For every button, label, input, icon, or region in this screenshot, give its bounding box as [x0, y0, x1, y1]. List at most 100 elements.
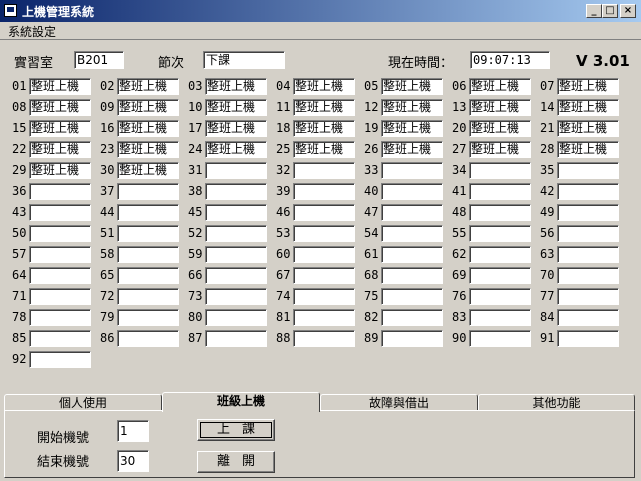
- seat-status-field[interactable]: [117, 246, 179, 263]
- seat-status-field[interactable]: 整班上機: [117, 99, 179, 116]
- seat-status-field[interactable]: [381, 330, 443, 347]
- seat-status-field[interactable]: [29, 204, 91, 221]
- seat-status-field[interactable]: 整班上機: [29, 141, 91, 158]
- seat-status-field[interactable]: [557, 162, 619, 179]
- seat-status-field[interactable]: 整班上機: [29, 120, 91, 137]
- app-icon[interactable]: [4, 4, 17, 17]
- seat-status-field[interactable]: 整班上機: [469, 141, 531, 158]
- seat-status-field[interactable]: [293, 288, 355, 305]
- seat-status-field[interactable]: 整班上機: [381, 141, 443, 158]
- seat-status-field[interactable]: 整班上機: [29, 99, 91, 116]
- seat-status-field[interactable]: [117, 225, 179, 242]
- seat-status-field[interactable]: 整班上機: [117, 78, 179, 95]
- seat-status-field[interactable]: 整班上機: [469, 120, 531, 137]
- seat-status-field[interactable]: [29, 330, 91, 347]
- seat-status-field[interactable]: 整班上機: [29, 162, 91, 179]
- seat-status-field[interactable]: [469, 309, 531, 326]
- seat-status-field[interactable]: [293, 204, 355, 221]
- seat-status-field[interactable]: [557, 309, 619, 326]
- seat-status-field[interactable]: 整班上機: [557, 99, 619, 116]
- seat-status-field[interactable]: [293, 183, 355, 200]
- seat-status-field[interactable]: [557, 267, 619, 284]
- seat-status-field[interactable]: [205, 267, 267, 284]
- seat-status-field[interactable]: [469, 225, 531, 242]
- period-field[interactable]: 下課: [203, 51, 285, 69]
- seat-status-field[interactable]: [205, 246, 267, 263]
- seat-status-field[interactable]: 整班上機: [381, 99, 443, 116]
- seat-status-field[interactable]: [557, 204, 619, 221]
- seat-status-field[interactable]: [293, 162, 355, 179]
- seat-status-field[interactable]: [381, 162, 443, 179]
- seat-status-field[interactable]: [469, 246, 531, 263]
- seat-status-field[interactable]: [117, 267, 179, 284]
- seat-status-field[interactable]: 整班上機: [293, 78, 355, 95]
- seat-status-field[interactable]: 整班上機: [381, 78, 443, 95]
- seat-status-field[interactable]: [557, 225, 619, 242]
- seat-status-field[interactable]: 整班上機: [29, 78, 91, 95]
- seat-status-field[interactable]: [381, 183, 443, 200]
- tab-other-functions[interactable]: 其他功能: [478, 394, 635, 411]
- seat-status-field[interactable]: 整班上機: [557, 120, 619, 137]
- start-seat-input[interactable]: 1: [117, 420, 149, 442]
- tab-personal-use[interactable]: 個人使用: [4, 394, 162, 411]
- menu-item-system-settings[interactable]: 系統設定: [8, 23, 56, 40]
- seat-status-field[interactable]: 整班上機: [117, 141, 179, 158]
- seat-status-field[interactable]: [557, 288, 619, 305]
- seat-status-field[interactable]: [117, 204, 179, 221]
- seat-status-field[interactable]: 整班上機: [557, 141, 619, 158]
- seat-status-field[interactable]: [557, 183, 619, 200]
- end-seat-input[interactable]: 30: [117, 450, 149, 472]
- seat-status-field[interactable]: [205, 204, 267, 221]
- seat-status-field[interactable]: [205, 288, 267, 305]
- seat-status-field[interactable]: [557, 246, 619, 263]
- tab-fault-and-loan[interactable]: 故障與借出: [320, 394, 478, 411]
- seat-status-field[interactable]: 整班上機: [469, 99, 531, 116]
- tab-class-session[interactable]: 班級上機: [162, 392, 320, 412]
- seat-status-field[interactable]: [381, 288, 443, 305]
- seat-status-field[interactable]: [205, 225, 267, 242]
- seat-status-field[interactable]: [293, 225, 355, 242]
- seat-status-field[interactable]: [205, 330, 267, 347]
- seat-status-field[interactable]: [293, 330, 355, 347]
- seat-status-field[interactable]: [293, 309, 355, 326]
- seat-status-field[interactable]: [29, 288, 91, 305]
- seat-status-field[interactable]: [557, 330, 619, 347]
- seat-status-field[interactable]: [29, 351, 91, 368]
- room-field[interactable]: B201: [74, 51, 124, 69]
- seat-status-field[interactable]: [29, 183, 91, 200]
- seat-status-field[interactable]: [381, 225, 443, 242]
- seat-status-field[interactable]: [117, 288, 179, 305]
- leave-button[interactable]: 離開: [197, 451, 275, 473]
- seat-status-field[interactable]: [205, 183, 267, 200]
- seat-status-field[interactable]: [469, 183, 531, 200]
- seat-status-field[interactable]: 整班上機: [205, 120, 267, 137]
- seat-status-field[interactable]: [469, 288, 531, 305]
- seat-status-field[interactable]: [117, 330, 179, 347]
- seat-status-field[interactable]: 整班上機: [381, 120, 443, 137]
- seat-status-field[interactable]: 整班上機: [293, 120, 355, 137]
- seat-status-field[interactable]: [29, 267, 91, 284]
- seat-status-field[interactable]: [29, 309, 91, 326]
- minimize-button[interactable]: _: [586, 4, 602, 18]
- seat-status-field[interactable]: 整班上機: [293, 141, 355, 158]
- seat-status-field[interactable]: [469, 162, 531, 179]
- seat-status-field[interactable]: 整班上機: [469, 78, 531, 95]
- seat-status-field[interactable]: [469, 330, 531, 347]
- seat-status-field[interactable]: [29, 246, 91, 263]
- seat-status-field[interactable]: [29, 225, 91, 242]
- seat-status-field[interactable]: [381, 204, 443, 221]
- start-class-button[interactable]: 上課: [197, 419, 275, 441]
- close-button[interactable]: ×: [620, 4, 636, 18]
- seat-status-field[interactable]: [469, 267, 531, 284]
- seat-status-field[interactable]: [381, 267, 443, 284]
- seat-status-field[interactable]: [293, 267, 355, 284]
- seat-status-field[interactable]: [205, 162, 267, 179]
- seat-status-field[interactable]: [469, 204, 531, 221]
- seat-status-field[interactable]: 整班上機: [205, 78, 267, 95]
- maximize-button[interactable]: □: [602, 4, 618, 18]
- seat-status-field[interactable]: [293, 246, 355, 263]
- seat-status-field[interactable]: 整班上機: [205, 99, 267, 116]
- seat-status-field[interactable]: [117, 309, 179, 326]
- seat-status-field[interactable]: [117, 183, 179, 200]
- seat-status-field[interactable]: [381, 246, 443, 263]
